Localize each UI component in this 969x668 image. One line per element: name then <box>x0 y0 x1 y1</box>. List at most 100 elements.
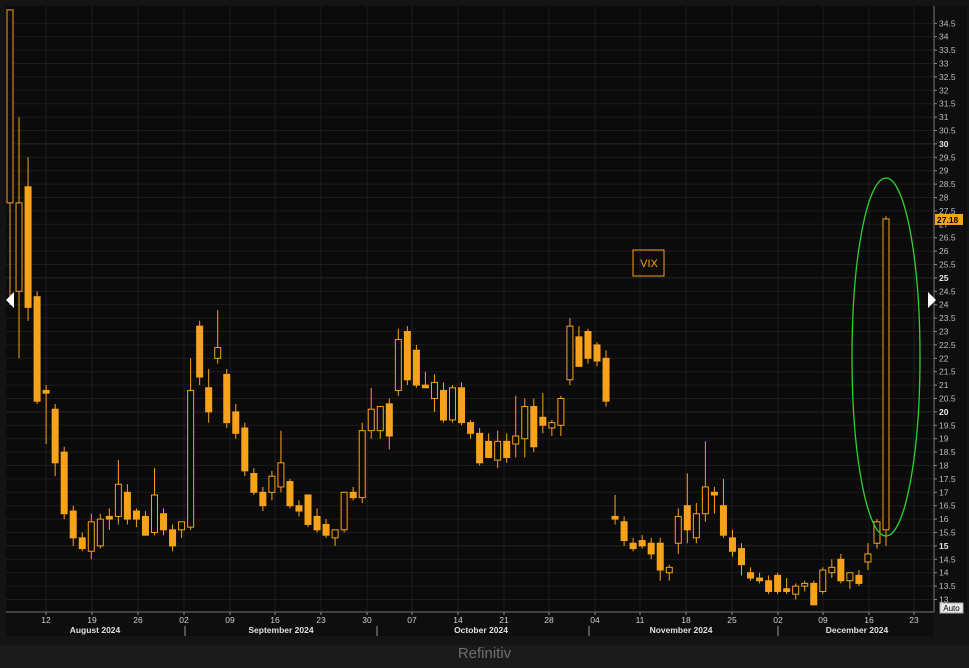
candle-up <box>268 475 276 493</box>
y-tick-label: 31 <box>939 112 949 122</box>
candle-up <box>376 406 384 432</box>
candle-up <box>864 553 872 563</box>
candle-down <box>765 580 773 592</box>
candle-down <box>774 574 782 592</box>
y-tick-label: 20 <box>939 407 949 417</box>
y-tick-label: 30.5 <box>939 126 956 136</box>
candle-up <box>674 515 682 544</box>
candle-up <box>430 381 438 400</box>
y-tick-label: 14.5 <box>939 554 956 564</box>
candle-down <box>196 325 204 378</box>
y-tick-label: 16 <box>939 514 949 524</box>
y-tick-label: 18.5 <box>939 447 956 457</box>
candle-up <box>521 406 529 440</box>
candle-up <box>150 494 158 534</box>
candle-down <box>439 389 447 421</box>
x-tick-label: 09 <box>818 615 828 625</box>
candle-down <box>51 408 59 464</box>
candle-down <box>747 572 755 579</box>
candle-down <box>783 588 791 592</box>
x-tick-label: 23 <box>909 615 919 625</box>
candle-up <box>692 513 700 539</box>
x-tick-label: 02 <box>773 615 783 625</box>
y-tick-label: 25 <box>939 273 949 283</box>
candle-down <box>611 515 619 520</box>
x-tick-label: 11 <box>636 615 645 625</box>
candle-down <box>232 411 240 434</box>
x-tick-label: 07 <box>407 615 417 625</box>
y-tick-label: 21.5 <box>939 367 956 377</box>
candle-down <box>855 574 863 584</box>
chart-window: 13 13.5 14 14.5 15 15.5 16 16.5 17 17.5 18 18.5 19 19… <box>0 0 969 668</box>
candle-down <box>467 422 475 434</box>
x-tick-label: 26 <box>133 615 143 625</box>
y-tick-label: 22 <box>939 353 949 363</box>
y-tick-label: 34 <box>939 32 949 42</box>
candle-up <box>15 202 23 292</box>
candle-down <box>719 505 727 536</box>
candle-up <box>449 387 457 421</box>
y-tick-label: 15 <box>939 541 949 551</box>
y-tick-label: 26 <box>939 246 949 256</box>
candle-up <box>331 529 339 539</box>
y-tick-label: 13.5 <box>939 581 956 591</box>
candle-up <box>394 339 402 391</box>
x-tick-label: 23 <box>316 615 326 625</box>
y-tick-label: 20.5 <box>939 394 956 404</box>
month-label: September 2024 <box>248 625 313 635</box>
candle-down <box>60 451 68 515</box>
candle-down <box>241 427 249 472</box>
candle-down <box>738 548 746 566</box>
candle-down <box>295 505 303 512</box>
candle-down <box>756 577 764 582</box>
y-tick-label: 24 <box>939 300 949 310</box>
candle-down <box>584 331 592 359</box>
y-tick-label: 23 <box>939 327 949 337</box>
candle-down <box>141 515 149 536</box>
candle-up <box>96 518 104 547</box>
candle-down <box>105 515 113 520</box>
y-tick-label: 24.5 <box>939 286 956 296</box>
y-tick-label: 28 <box>939 193 949 203</box>
x-tick-label: 02 <box>179 615 189 625</box>
candle-down <box>539 416 547 426</box>
candle-down <box>403 331 411 381</box>
y-tick-label: 17 <box>939 487 949 497</box>
candle-down <box>530 406 538 448</box>
y-tick-label: 14 <box>939 568 949 578</box>
candle-up <box>340 491 348 531</box>
candle-down <box>412 349 420 386</box>
candle-down <box>69 510 77 539</box>
candle-down <box>286 481 294 507</box>
candle-up <box>882 218 890 531</box>
candle-down <box>458 387 466 424</box>
candle-up <box>665 566 673 574</box>
y-tick-label: 22.5 <box>939 340 956 350</box>
x-tick-label: 14 <box>453 615 463 625</box>
y-tick-label: 33.5 <box>939 45 956 55</box>
x-tick-label: 16 <box>270 615 280 625</box>
y-tick-label: 25.5 <box>939 260 956 270</box>
y-tick-label: 32.5 <box>939 72 956 82</box>
candle-down <box>837 558 845 582</box>
month-label: November 2024 <box>650 625 713 635</box>
candle-up <box>512 435 520 445</box>
candle-down <box>710 491 718 496</box>
candle-down <box>313 515 321 531</box>
x-tick-label: 30 <box>362 615 372 625</box>
candle-down <box>421 384 429 389</box>
candle-up <box>846 572 854 582</box>
candle-down <box>205 387 213 413</box>
candle-up <box>6 9 14 204</box>
y-tick-label: 33 <box>939 59 949 69</box>
candle-down <box>656 542 664 571</box>
candle-down <box>132 510 140 520</box>
candle-down <box>638 540 646 547</box>
month-label: August 2024 <box>70 625 121 635</box>
candle-up <box>819 569 827 592</box>
candle-down <box>385 403 393 437</box>
candle-down <box>810 582 818 606</box>
candle-down <box>683 505 691 531</box>
candle-up <box>277 462 285 488</box>
candle-up <box>494 440 502 461</box>
